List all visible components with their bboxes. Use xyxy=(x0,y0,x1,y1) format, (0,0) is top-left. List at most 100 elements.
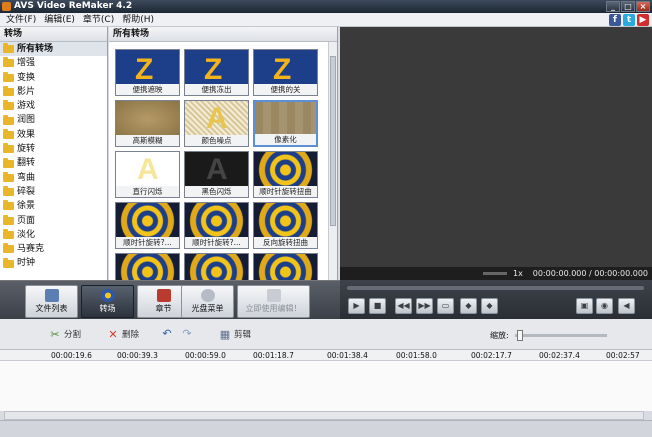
tab-file-list[interactable]: 文件列表 xyxy=(25,285,78,318)
transition-tile[interactable]: 高斯模糊 xyxy=(115,100,180,147)
redo-button[interactable]: ↷ xyxy=(181,328,193,339)
transition-tile[interactable]: 便携遮映 xyxy=(115,49,180,96)
transition-caption: 便携的关 xyxy=(254,84,317,95)
category-item[interactable]: 弯曲 xyxy=(0,171,107,185)
tab-transitions[interactable]: 转场 xyxy=(81,285,134,318)
transition-caption: 像素化 xyxy=(255,134,316,145)
transition-thumbnail xyxy=(254,50,317,87)
category-item[interactable]: 影片 xyxy=(0,85,107,99)
ruler-tick: 00:00:59.0 xyxy=(185,351,226,360)
category-item[interactable]: 润图 xyxy=(0,113,107,127)
transition-tile[interactable]: 直行闪烁 xyxy=(115,151,180,198)
category-item[interactable]: 增强 xyxy=(0,56,107,70)
prev-frame-icon[interactable]: ◀◀ xyxy=(395,298,412,314)
category-item[interactable]: 游戏 xyxy=(0,99,107,113)
transition-tile[interactable] xyxy=(115,253,180,280)
timeline-track[interactable] xyxy=(0,361,652,411)
transition-tile[interactable]: 顺时针旋转?... xyxy=(184,202,249,249)
transition-tile[interactable] xyxy=(184,253,249,280)
gallery-header: 所有转场 xyxy=(109,27,337,42)
screen-icon[interactable]: ▣ xyxy=(576,298,593,314)
delete-button[interactable]: ✕ 删除 xyxy=(107,328,139,341)
maximize-button[interactable]: □ xyxy=(621,1,635,12)
category-item[interactable]: 变换 xyxy=(0,71,107,85)
transition-tile[interactable]: 颜色噪点 xyxy=(184,100,249,147)
transition-tile[interactable] xyxy=(253,253,318,280)
ruler-tick: 00:02:17.7 xyxy=(471,351,512,360)
category-item[interactable]: 碎裂 xyxy=(0,185,107,199)
category-item[interactable]: 所有转场 xyxy=(0,42,107,57)
transition-icon xyxy=(100,289,115,302)
play-icon[interactable]: ▶ xyxy=(348,298,365,314)
snapshot-icon[interactable]: ◉ xyxy=(596,298,613,314)
transition-thumbnail xyxy=(116,254,179,280)
youtube-icon[interactable]: ▶ xyxy=(637,14,649,26)
preview-zoom-slider[interactable] xyxy=(483,272,507,275)
mark-out-icon[interactable]: ◆ xyxy=(481,298,498,314)
category-item[interactable]: 页面 xyxy=(0,214,107,228)
menu-help[interactable]: 帮助(H) xyxy=(118,13,158,27)
volume-icon[interactable]: ◀ xyxy=(618,298,635,314)
minimize-button[interactable]: _ xyxy=(606,1,620,12)
transition-caption: 顺时针旋转扭曲 xyxy=(254,186,317,197)
facebook-icon[interactable]: f xyxy=(609,14,621,26)
menu-file[interactable]: 文件(F) xyxy=(2,13,40,27)
folder-icon xyxy=(3,214,14,225)
edit-icon xyxy=(266,289,281,302)
category-item[interactable]: 效果 xyxy=(0,128,107,142)
menu-edit[interactable]: 编辑(E) xyxy=(40,13,79,27)
category-label: 页面 xyxy=(17,215,36,226)
aspect-icon[interactable]: ▭ xyxy=(437,298,454,314)
transition-thumbnail xyxy=(185,203,248,239)
next-frame-icon[interactable]: ▶▶ xyxy=(416,298,433,314)
category-item[interactable]: 徐景 xyxy=(0,199,107,213)
scroll-thumb[interactable] xyxy=(330,56,336,226)
split-button[interactable]: ✂ 分割 xyxy=(49,327,81,341)
transition-tile[interactable]: 便携冻出 xyxy=(184,49,249,96)
zoom-slider[interactable] xyxy=(515,330,607,341)
transition-caption: 黑色闪烁 xyxy=(185,186,248,197)
transition-thumbnail xyxy=(254,203,317,239)
category-item[interactable]: 淡化 xyxy=(0,228,107,242)
twitter-icon[interactable]: t xyxy=(623,14,635,26)
category-label: 淡化 xyxy=(17,229,36,240)
transition-tile[interactable]: 像素化 xyxy=(253,100,318,147)
seek-bar[interactable] xyxy=(347,286,644,290)
zoom-knob[interactable] xyxy=(517,330,523,341)
undo-button[interactable]: ↶ xyxy=(161,328,173,339)
mark-in-icon[interactable]: ◆ xyxy=(460,298,477,314)
transition-grid: 便携遮映便携冻出便携的关高斯模糊颜色噪点像素化直行闪烁黑色闪烁顺时针旋转扭曲顺时… xyxy=(115,49,318,280)
category-item[interactable]: 时钟 xyxy=(0,256,107,270)
category-item[interactable]: 旋转 xyxy=(0,142,107,156)
transition-tile[interactable]: 顺时针旋转扭曲 xyxy=(253,151,318,198)
category-list: 所有转场增强变换影片 游戏 润图 效果 旋转翻转弯曲 碎裂徐景页面淡化马赛克 时钟 xyxy=(0,42,107,271)
category-item[interactable]: 马赛克 xyxy=(0,242,107,256)
stop-icon[interactable]: ■ xyxy=(369,298,386,314)
split-icon: ✂ xyxy=(50,327,60,341)
chapter-icon xyxy=(156,289,171,302)
category-label: 翻转 xyxy=(17,158,36,169)
transition-thumbnail xyxy=(254,152,317,188)
gallery-scrollbar[interactable] xyxy=(328,42,337,280)
redo-icon: ↷ xyxy=(182,327,192,340)
timeline-scrollbar[interactable] xyxy=(4,411,644,420)
transition-tile[interactable]: 黑色闪烁 xyxy=(184,151,249,198)
close-button[interactable]: × xyxy=(636,1,650,12)
time-ruler: 00:00:19.6 00:00:39.3 00:00:59.0 00:01:1… xyxy=(0,350,652,361)
trim-button[interactable]: ▦ 剪辑 xyxy=(219,328,251,341)
transition-tile[interactable]: 顺时针旋转?... xyxy=(115,202,180,249)
transition-thumbnail xyxy=(116,203,179,239)
category-label: 所有转场 xyxy=(17,44,54,54)
edit-now-button[interactable]: 立即使用编辑！ xyxy=(237,285,310,318)
folder-icon xyxy=(3,43,14,54)
category-label: 变换 xyxy=(17,72,36,83)
tab-disc-menu[interactable]: 光盘菜单 xyxy=(181,285,234,318)
category-item[interactable]: 翻转 xyxy=(0,156,107,170)
transition-tile[interactable]: 反向旋转扭曲 xyxy=(253,202,318,249)
transition-tile[interactable]: 便携的关 xyxy=(253,49,318,96)
film-icon xyxy=(44,289,59,302)
playback-bar: ▶ ■ ◀◀ ▶▶ ▭ ◆ ◆ ▣ ◉ ◀ xyxy=(340,280,652,319)
category-label: 碎裂 xyxy=(17,186,36,197)
time-display: 00:00:00.000 / 00:00:00.000 xyxy=(532,269,648,278)
menu-chapter[interactable]: 章节(C) xyxy=(79,13,118,27)
